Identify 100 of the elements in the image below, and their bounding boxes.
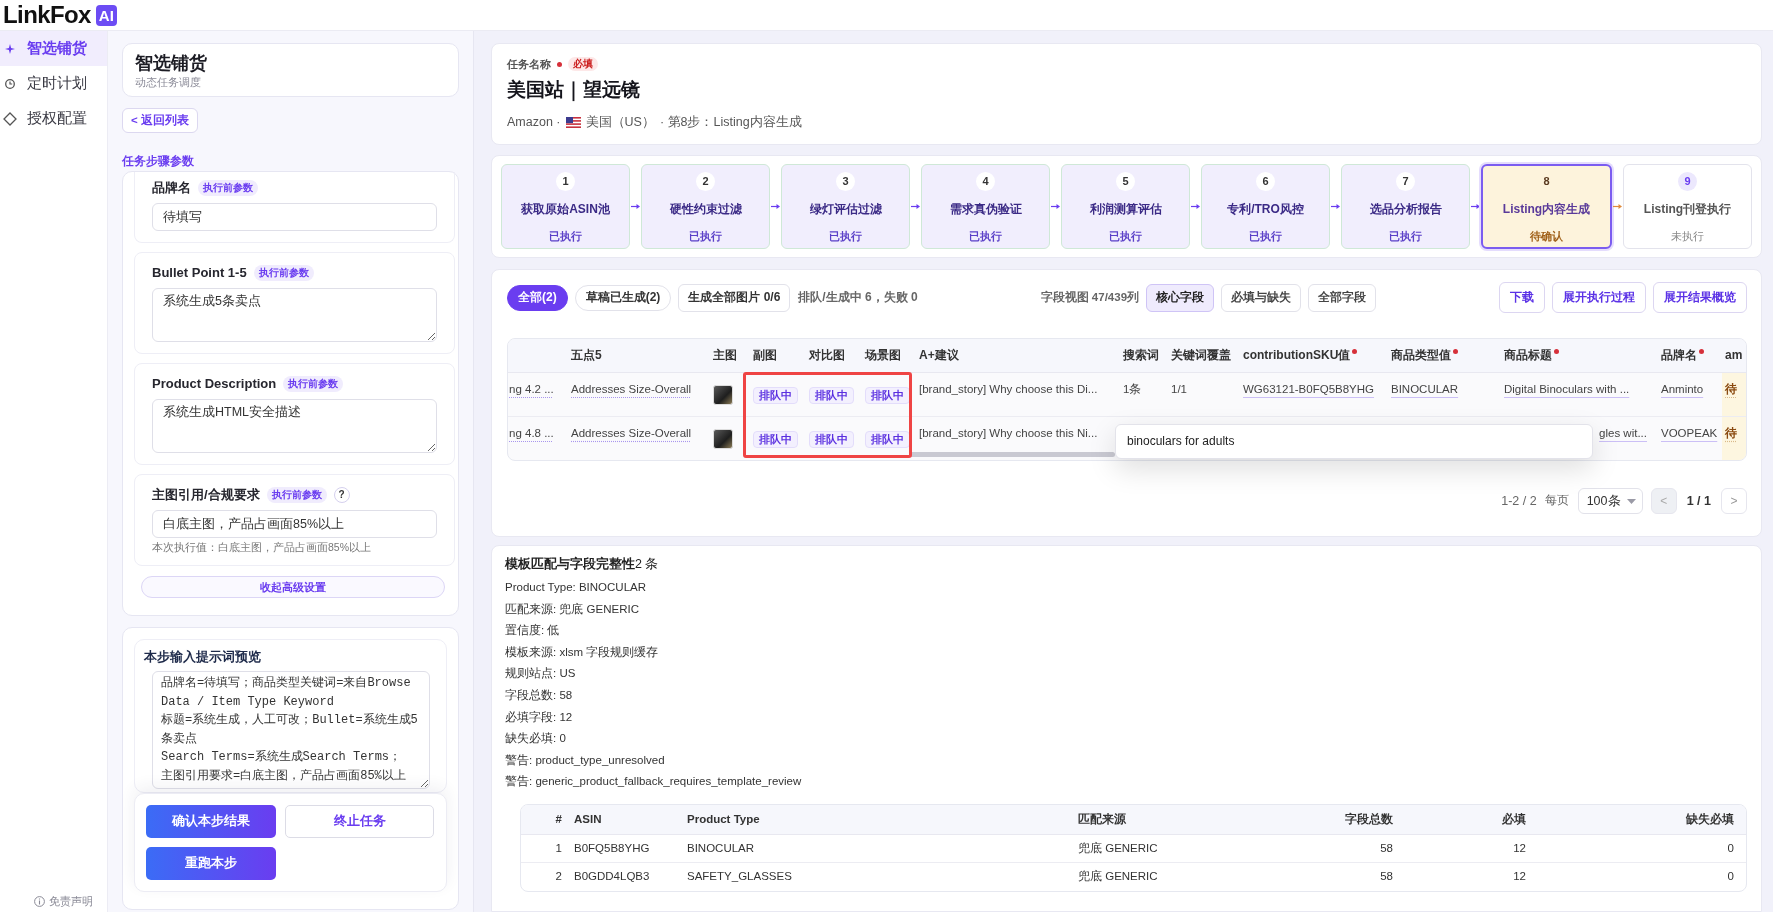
column-header: 对比图 bbox=[809, 348, 845, 363]
text-area[interactable]: 系统生成HTML安全描述 bbox=[152, 399, 437, 453]
task-title: 美国站｜望远镜 bbox=[507, 78, 641, 103]
info-line: 匹配来源: 兜底 GENERIC bbox=[505, 601, 640, 617]
logo-badge: AI bbox=[95, 4, 117, 26]
param-label: Product Description bbox=[152, 375, 277, 393]
action-button[interactable]: 重跑本步 bbox=[146, 847, 276, 880]
input-field[interactable]: 待填写 bbox=[152, 203, 437, 231]
field-view-tab[interactable]: 核心字段 bbox=[1146, 283, 1215, 312]
info-line: 必填字段: 12 bbox=[505, 709, 574, 725]
table-cell: Addresses Size-Overall bbox=[564, 372, 706, 416]
param-note: 本次执行值：白底主图，产品占画面85%以上 bbox=[152, 540, 372, 554]
step-card[interactable]: 5 利润测算评估 已执行 bbox=[1061, 164, 1190, 249]
page-range: 1-2 / 2 bbox=[1501, 492, 1537, 510]
step-status: 已执行 bbox=[1249, 229, 1282, 243]
param-badge: 执行前参数 bbox=[198, 180, 258, 196]
toolbar-button[interactable]: 展开结果概览 bbox=[1653, 282, 1747, 313]
table-cell: 1 bbox=[521, 834, 568, 863]
arrow-icon bbox=[1051, 203, 1060, 210]
arrow-icon bbox=[771, 203, 780, 210]
sparkle-icon bbox=[5, 43, 15, 54]
page-size-select[interactable]: 100条 bbox=[1577, 488, 1643, 514]
step-number: 8 bbox=[1542, 174, 1551, 190]
disclaimer-link[interactable]: 免责声明 bbox=[49, 894, 93, 909]
column-header: 必填 bbox=[1502, 812, 1526, 825]
page-indicator: 1 / 1 bbox=[1686, 492, 1711, 510]
param-badge: 执行前参数 bbox=[253, 265, 314, 281]
back-button[interactable]: < 返回列表 bbox=[122, 108, 198, 133]
arrow-icon bbox=[631, 203, 640, 210]
tooltip: binoculars for adults bbox=[1115, 424, 1593, 459]
logo-text: LinkFox bbox=[3, 3, 91, 27]
step-status: 已执行 bbox=[1109, 229, 1142, 243]
step-status: 已执行 bbox=[549, 229, 582, 243]
step-card[interactable]: 4 需求真伪验证 已执行 bbox=[921, 164, 1050, 249]
table-cell: 2 bbox=[521, 862, 568, 891]
table-cell: B0GDD4LQB3 bbox=[568, 862, 681, 891]
action-button[interactable]: 终止任务 bbox=[285, 805, 434, 838]
step-card[interactable]: 6 专利/TRO风控 已执行 bbox=[1201, 164, 1330, 249]
table-cell: BINOCULAR bbox=[1384, 372, 1497, 416]
column-header: 搜索词 bbox=[1123, 348, 1159, 363]
photo-placeholder bbox=[713, 384, 733, 405]
param-label: 品牌名 bbox=[152, 179, 191, 197]
step-card[interactable]: 7 选品分析报告 已执行 bbox=[1341, 164, 1470, 249]
table-cell: 0 bbox=[1532, 834, 1746, 863]
param-badge: 执行前参数 bbox=[283, 376, 344, 392]
column-header: 商品类型值 bbox=[1391, 348, 1451, 363]
scrollbar-thumb[interactable] bbox=[909, 452, 1115, 457]
generate-images-button[interactable]: 生成全部图片 0/6 bbox=[678, 283, 791, 312]
column-header: 品牌名 bbox=[1661, 348, 1697, 363]
step-card[interactable]: 8 Listing内容生成 待确认 bbox=[1481, 164, 1612, 249]
step-status: 待确认 bbox=[1530, 229, 1563, 243]
toolbar-button[interactable]: 下载 bbox=[1499, 282, 1545, 313]
filter-tab[interactable]: 全部(2) bbox=[507, 284, 568, 311]
prompt-title: 本步输入提示词预览 bbox=[144, 648, 262, 666]
status-badge: 排队中 bbox=[865, 430, 910, 448]
step-label: 利润测算评估 bbox=[1089, 202, 1162, 217]
nav-item[interactable]: 授权配置 bbox=[0, 101, 107, 136]
nav-item[interactable]: 智选铺货 bbox=[0, 31, 107, 66]
caret-icon bbox=[1626, 498, 1636, 504]
info-line: Product Type: BINOCULAR bbox=[505, 580, 648, 595]
step-card[interactable]: 3 绿灯评估过滤 已执行 bbox=[781, 164, 910, 249]
action-button[interactable]: 确认本步结果 bbox=[146, 805, 276, 838]
table-cell: SAFETY_GLASSES bbox=[681, 862, 1072, 891]
table-cell: 待 bbox=[1722, 372, 1746, 416]
step-text: · 第8步：Listing内容生成 bbox=[659, 114, 802, 131]
step-number: 9 bbox=[1678, 172, 1697, 191]
step-card[interactable]: 9 Listing刊登执行 未执行 bbox=[1623, 164, 1752, 249]
text-area[interactable]: 系统生成5条卖点 bbox=[152, 288, 437, 342]
field-view-tab[interactable]: 必填与缺失 bbox=[1221, 283, 1302, 312]
step-status: 已执行 bbox=[969, 229, 1002, 243]
field-view-tab[interactable]: 全部字段 bbox=[1308, 283, 1377, 312]
input-field[interactable]: 白底主图，产品占画面85%以上 bbox=[152, 510, 437, 538]
step-number: 6 bbox=[1256, 172, 1275, 191]
step-label: 专利/TRO风控 bbox=[1227, 202, 1304, 217]
help-button[interactable]: ? bbox=[333, 487, 350, 503]
step-number: 5 bbox=[1116, 172, 1135, 191]
arrow-icon bbox=[1331, 203, 1340, 210]
step-label: 需求真伪验证 bbox=[949, 202, 1022, 217]
step-card[interactable]: 1 获取原始ASIN池 已执行 bbox=[501, 164, 630, 249]
step-number: 1 bbox=[556, 172, 575, 191]
table-cell: 1条 bbox=[1116, 372, 1164, 416]
step-status: 已执行 bbox=[829, 229, 862, 243]
table-cell: Digital Binoculars with ... bbox=[1497, 372, 1654, 416]
column-header: # bbox=[555, 812, 562, 825]
table-cell: 待 bbox=[1722, 416, 1746, 460]
step-number: 7 bbox=[1396, 172, 1415, 191]
column-header: ASIN bbox=[574, 812, 602, 825]
info-line: 字段总数: 58 bbox=[505, 687, 574, 703]
step-label: Listing内容生成 bbox=[1502, 202, 1591, 217]
step-status: 已执行 bbox=[1389, 229, 1422, 243]
column-header: 关键词覆盖 bbox=[1171, 348, 1231, 363]
status-badge: 排队中 bbox=[753, 386, 798, 404]
step-card[interactable]: 2 硬性约束过滤 已执行 bbox=[641, 164, 770, 249]
nav-item[interactable]: 定时计划 bbox=[0, 66, 107, 101]
prompt-text-area[interactable]: 品牌名=待填写；商品类型关键词=来自Browse Data / Item Type Keyword 标题=系统生成，人工可改；Bullet=系统生成5条卖点 Search Terms=系统生成Search Terms； 主图引用要求=白底主图，产品占画面85%以上 bbox=[152, 671, 430, 789]
info-line: 模板来源: xlsm 字段规则缓存 bbox=[505, 644, 660, 660]
info-icon bbox=[34, 896, 45, 908]
toolbar-button[interactable]: 展开执行过程 bbox=[1552, 282, 1646, 313]
collapse-button[interactable]: 收起高级设置 bbox=[141, 576, 445, 598]
filter-tab[interactable]: 草稿已生成(2) bbox=[574, 284, 672, 311]
